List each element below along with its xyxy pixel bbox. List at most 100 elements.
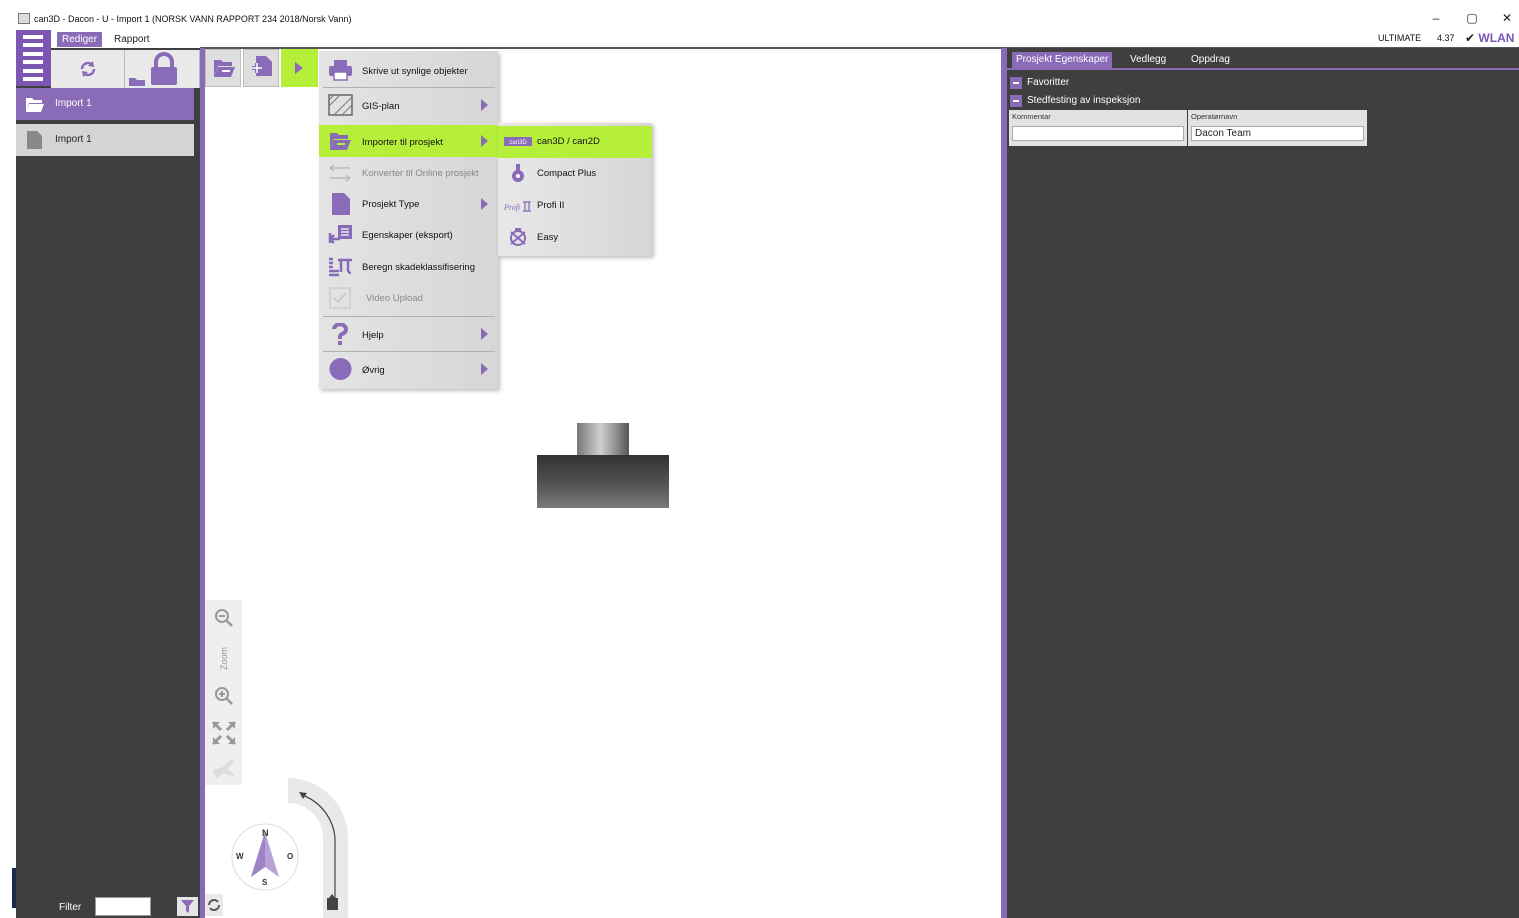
calculate-pi-icon bbox=[329, 257, 352, 277]
filter-input[interactable] bbox=[95, 897, 151, 916]
minimize-button[interactable]: – bbox=[1425, 10, 1447, 26]
main-dropdown-menu: Skrive ut synlige objekter GIS-plan Impo… bbox=[319, 51, 498, 389]
menu-item-help[interactable]: Hjelp bbox=[319, 318, 498, 350]
zoom-in-icon[interactable] bbox=[214, 686, 234, 706]
printer-icon bbox=[329, 60, 352, 81]
svg-text:can3D: can3D bbox=[509, 140, 527, 146]
compass-south-label: S bbox=[262, 878, 268, 887]
menu-item-other[interactable]: Øvrig bbox=[319, 353, 498, 385]
check-icon: ✔ bbox=[1465, 31, 1476, 45]
maximize-button[interactable]: ▢ bbox=[1461, 10, 1483, 26]
import-submenu: can3D can3D / can2D Compact Plus Profi P… bbox=[498, 123, 652, 256]
fit-to-view-icon[interactable] bbox=[211, 720, 237, 746]
submenu-item-can3d[interactable]: can3D can3D / can2D bbox=[498, 126, 652, 158]
menu-item-label: Prosjekt Type bbox=[362, 199, 420, 210]
svg-text:Profi: Profi bbox=[504, 203, 520, 212]
compass-west-label: W bbox=[236, 852, 244, 861]
refresh-button[interactable] bbox=[51, 50, 125, 88]
compass-control[interactable] bbox=[205, 770, 350, 918]
open-project-button[interactable] bbox=[205, 49, 241, 87]
filter-button[interactable] bbox=[177, 897, 198, 916]
menu-item-print[interactable]: Skrive ut synlige objekter bbox=[319, 54, 498, 86]
menu-item-label: GIS-plan bbox=[362, 101, 400, 112]
section-stedfesting[interactable]: Stedfesting av inspeksjon bbox=[1010, 94, 1210, 108]
can3d-logo-icon: can3D bbox=[504, 137, 532, 146]
collapse-icon[interactable] bbox=[1010, 77, 1022, 89]
title-bar: can3D - Dacon - U - Import 1 (NORSK VANN… bbox=[0, 0, 1519, 30]
tab-prosjekt-egenskaper[interactable]: Prosjekt Egenskaper bbox=[1012, 52, 1113, 68]
tab-oppdrag[interactable]: Oppdrag bbox=[1187, 52, 1234, 68]
menu-item-label: Skrive ut synlige objekter bbox=[362, 66, 468, 77]
menu-bar-line bbox=[23, 60, 43, 64]
menu-item-import-to-project[interactable]: Importer til prosjekt bbox=[319, 125, 498, 157]
operatornavn-field: Operatørnavn Dacon Team bbox=[1188, 110, 1367, 146]
tab-underline bbox=[1007, 68, 1519, 70]
play-arrow-icon bbox=[295, 62, 303, 74]
submenu-item-label: Profi II bbox=[537, 200, 565, 211]
section-label: Favoritter bbox=[1027, 77, 1070, 88]
operatornavn-input[interactable]: Dacon Team bbox=[1191, 126, 1364, 141]
section-favoritter[interactable]: Favoritter bbox=[1010, 76, 1210, 90]
submenu-item-profi-ii[interactable]: Profi Profi II bbox=[498, 190, 652, 222]
collapse-icon[interactable] bbox=[1010, 95, 1022, 107]
document-icon bbox=[332, 193, 350, 215]
submenu-item-compact-plus[interactable]: Compact Plus bbox=[498, 158, 652, 190]
compact-plus-icon bbox=[512, 164, 524, 182]
menu-item-calculate-classification[interactable]: Beregn skadeklassifisering bbox=[319, 251, 498, 283]
menu-item-label: Øvrig bbox=[362, 365, 385, 376]
tab-rediger[interactable]: Rediger bbox=[57, 32, 103, 47]
menu-item-convert-online: Konverter til Online prosjekt bbox=[319, 157, 498, 189]
filter-label: Filter bbox=[59, 902, 82, 913]
hamburger-menu-button[interactable] bbox=[16, 30, 51, 86]
window-title: can3D - Dacon - U - Import 1 (NORSK VANN… bbox=[34, 14, 352, 24]
submenu-arrow-icon bbox=[481, 99, 488, 111]
close-button[interactable]: ✕ bbox=[1496, 10, 1518, 26]
menu-item-export-properties[interactable]: Egenskaper (eksport) bbox=[319, 219, 498, 251]
submenu-item-label: Compact Plus bbox=[537, 168, 597, 179]
menu-bar: Rediger Rapport bbox=[0, 30, 1519, 48]
kommentar-field: Kommentar bbox=[1009, 110, 1187, 146]
menu-separator bbox=[323, 316, 495, 317]
folder-import-icon bbox=[214, 60, 235, 77]
manhole-base-object[interactable] bbox=[537, 455, 669, 508]
menu-bar-line bbox=[23, 69, 43, 73]
tree-item-import-project[interactable]: Import 1 bbox=[16, 124, 194, 156]
reset-view-button[interactable] bbox=[205, 894, 223, 916]
refresh-icon bbox=[80, 61, 96, 77]
refresh-icon bbox=[208, 899, 220, 911]
pipe-shaft-object[interactable] bbox=[577, 423, 629, 455]
submenu-item-label: can3D / can2D bbox=[537, 136, 600, 147]
compass-east-label: O bbox=[287, 852, 294, 861]
compass-north-label: N bbox=[262, 828, 269, 838]
submenu-item-easy[interactable]: Easy bbox=[498, 222, 652, 254]
menu-item-label: Egenskaper (eksport) bbox=[362, 230, 453, 241]
submenu-arrow-icon bbox=[481, 198, 488, 210]
network-label: WLAN bbox=[1478, 31, 1515, 45]
submenu-item-label: Easy bbox=[537, 232, 559, 243]
document-icon bbox=[27, 131, 42, 149]
menu-item-label: Beregn skadeklassifisering bbox=[362, 262, 476, 273]
new-project-button[interactable] bbox=[243, 49, 279, 87]
circle-icon bbox=[329, 358, 352, 380]
kommentar-input[interactable] bbox=[1012, 126, 1184, 141]
checkbox-icon bbox=[329, 287, 351, 309]
tab-rapport[interactable]: Rapport bbox=[109, 32, 155, 47]
question-icon bbox=[332, 323, 348, 345]
menu-item-label: Hjelp bbox=[362, 330, 384, 341]
export-properties-icon bbox=[328, 225, 352, 244]
tree-item-import-folder[interactable]: Import 1 bbox=[16, 88, 194, 120]
zoom-out-icon[interactable] bbox=[214, 608, 234, 628]
folder-open-icon bbox=[26, 98, 44, 112]
menu-separator bbox=[323, 351, 495, 352]
map-grid-icon bbox=[328, 94, 353, 116]
menu-item-video-upload: Video Upload bbox=[319, 282, 498, 314]
menu-item-label: Konverter til Online prosjekt bbox=[362, 168, 479, 179]
project-tree-panel bbox=[16, 48, 200, 918]
tab-vedlegg[interactable]: Vedlegg bbox=[1126, 52, 1170, 68]
menu-item-gis-plan[interactable]: GIS-plan bbox=[319, 89, 498, 121]
expand-menu-button[interactable] bbox=[281, 49, 318, 87]
lock-folder-icon bbox=[129, 52, 177, 86]
version-label: 4.37 bbox=[1437, 33, 1455, 43]
menu-item-project-type[interactable]: Prosjekt Type bbox=[319, 188, 498, 220]
lock-button[interactable] bbox=[125, 50, 200, 88]
